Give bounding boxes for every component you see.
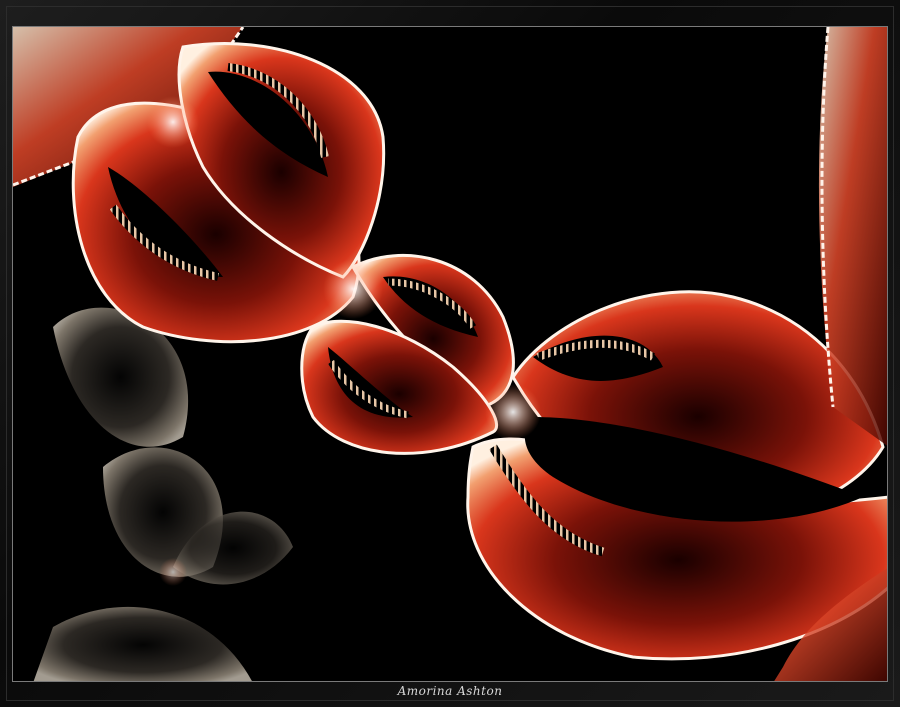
artist-signature: Amorina Ashton xyxy=(397,684,503,698)
glow-joint-1 xyxy=(323,259,383,319)
petal-lower-right xyxy=(466,290,887,661)
glow-joint-3 xyxy=(147,96,199,148)
picture-frame: Amorina Ashton xyxy=(0,0,900,707)
ghost-petals xyxy=(33,307,293,681)
fractal-artwork xyxy=(12,26,888,682)
glow-joint-2 xyxy=(485,384,541,440)
glow-joint-4 xyxy=(159,558,187,586)
